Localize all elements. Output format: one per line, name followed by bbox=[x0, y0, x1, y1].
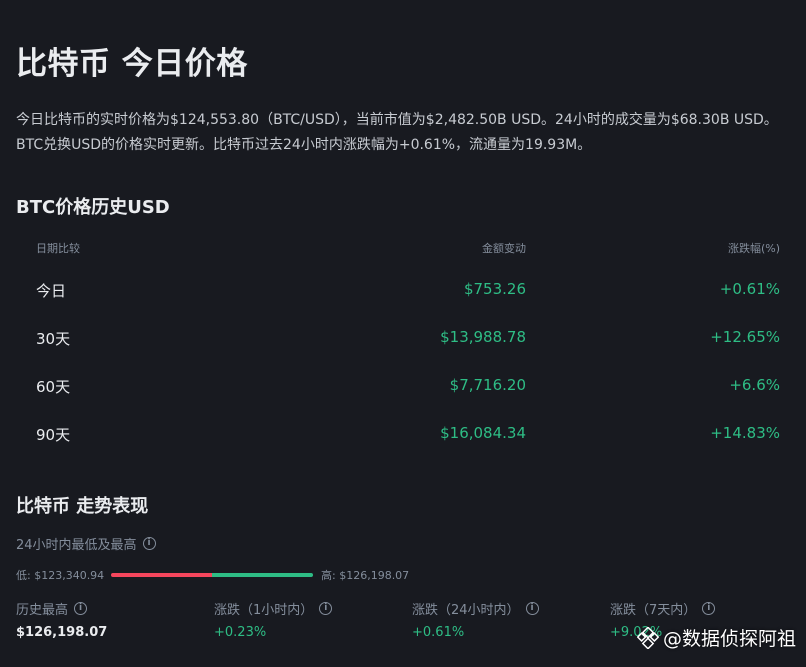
row-amount: $753.26 bbox=[463, 280, 526, 298]
table-row: 90天 $16,084.34 +14.83% bbox=[36, 402, 782, 450]
header-pct: 涨跌幅(%) bbox=[727, 242, 780, 255]
info-icon[interactable]: i bbox=[525, 601, 539, 615]
binance-square-icon bbox=[636, 626, 659, 649]
stat-label-text: 涨跌（24小时内） bbox=[412, 602, 520, 618]
trend-title: 比特币 走势表现 bbox=[16, 496, 149, 517]
table-header: 日期比较 金额变动 涨跌幅(%) bbox=[36, 240, 782, 258]
table-row: 60天 $7,716.20 +6.6% bbox=[36, 354, 782, 402]
price-history-table: 日期比较 金额变动 涨跌幅(%) 今日 $753.26 +0.61% 30天 $… bbox=[36, 240, 782, 450]
stat-label-text: 涨跌（7天内） bbox=[610, 602, 697, 618]
stat-label-text: 历史最高 bbox=[16, 602, 69, 618]
range-high-label: 高: $126,198.07 bbox=[321, 569, 410, 582]
header-amount: 金额变动 bbox=[482, 242, 526, 255]
stat-label: 历史最高 i bbox=[16, 599, 206, 618]
row-period: 30天 bbox=[36, 330, 71, 348]
history-title: BTC价格历史USD bbox=[16, 197, 170, 218]
row-period: 60天 bbox=[36, 378, 71, 396]
row-amount: $16,084.34 bbox=[440, 424, 526, 442]
range-low-label: 低: $123,340.94 bbox=[16, 569, 105, 582]
row-amount: $7,716.20 bbox=[449, 376, 526, 394]
stat-all-time-high: 历史最高 i $126,198.07 bbox=[16, 599, 206, 640]
info-icon[interactable]: i bbox=[142, 537, 156, 550]
stat-label: 涨跌（1小时内） i bbox=[214, 599, 404, 618]
watermark: @数据侦探阿祖 bbox=[636, 624, 796, 651]
row-pct: +14.83% bbox=[710, 424, 780, 442]
row-pct: +12.65% bbox=[710, 328, 780, 346]
header-period: 日期比较 bbox=[36, 242, 80, 255]
range-label-text: 24小时内最低及最高 bbox=[16, 538, 137, 553]
row-pct: +0.61% bbox=[719, 280, 780, 298]
stat-value: +0.61% bbox=[412, 625, 465, 640]
stat-label: 涨跌（7天内） i bbox=[610, 599, 800, 618]
range-label: 24小时内最低及最高 i bbox=[16, 534, 156, 553]
table-row: 今日 $753.26 +0.61% bbox=[36, 258, 782, 306]
range-bar-high-segment bbox=[212, 573, 313, 577]
stat-label-text: 涨跌（1小时内） bbox=[214, 602, 314, 618]
stat-change-24h: 涨跌（24小时内） i +0.61% bbox=[412, 599, 602, 640]
range-bar-low-segment bbox=[111, 573, 212, 577]
table-row: 30天 $13,988.78 +12.65% bbox=[36, 306, 782, 354]
range-bar bbox=[111, 573, 313, 577]
row-amount: $13,988.78 bbox=[440, 328, 526, 346]
row-period: 今日 bbox=[36, 282, 67, 300]
stat-change-1h: 涨跌（1小时内） i +0.23% bbox=[214, 599, 404, 640]
stat-value: +0.23% bbox=[214, 625, 267, 640]
row-pct: +6.6% bbox=[729, 376, 780, 394]
page-title: 比特币 今日价格 bbox=[16, 46, 248, 82]
watermark-text: @数据侦探阿祖 bbox=[662, 628, 796, 650]
info-icon[interactable]: i bbox=[319, 601, 333, 615]
stat-label: 涨跌（24小时内） i bbox=[412, 599, 602, 618]
info-icon[interactable]: i bbox=[74, 601, 88, 615]
info-icon[interactable]: i bbox=[702, 601, 716, 615]
stat-value: $126,198.07 bbox=[16, 625, 108, 640]
day-range: 低: $123,340.94 高: $126,198.07 bbox=[16, 566, 416, 582]
price-intro: 今日比特币的实时价格为$124,553.80（BTC/USD），当前市值为$2,… bbox=[16, 112, 778, 153]
row-period: 90天 bbox=[36, 426, 71, 444]
